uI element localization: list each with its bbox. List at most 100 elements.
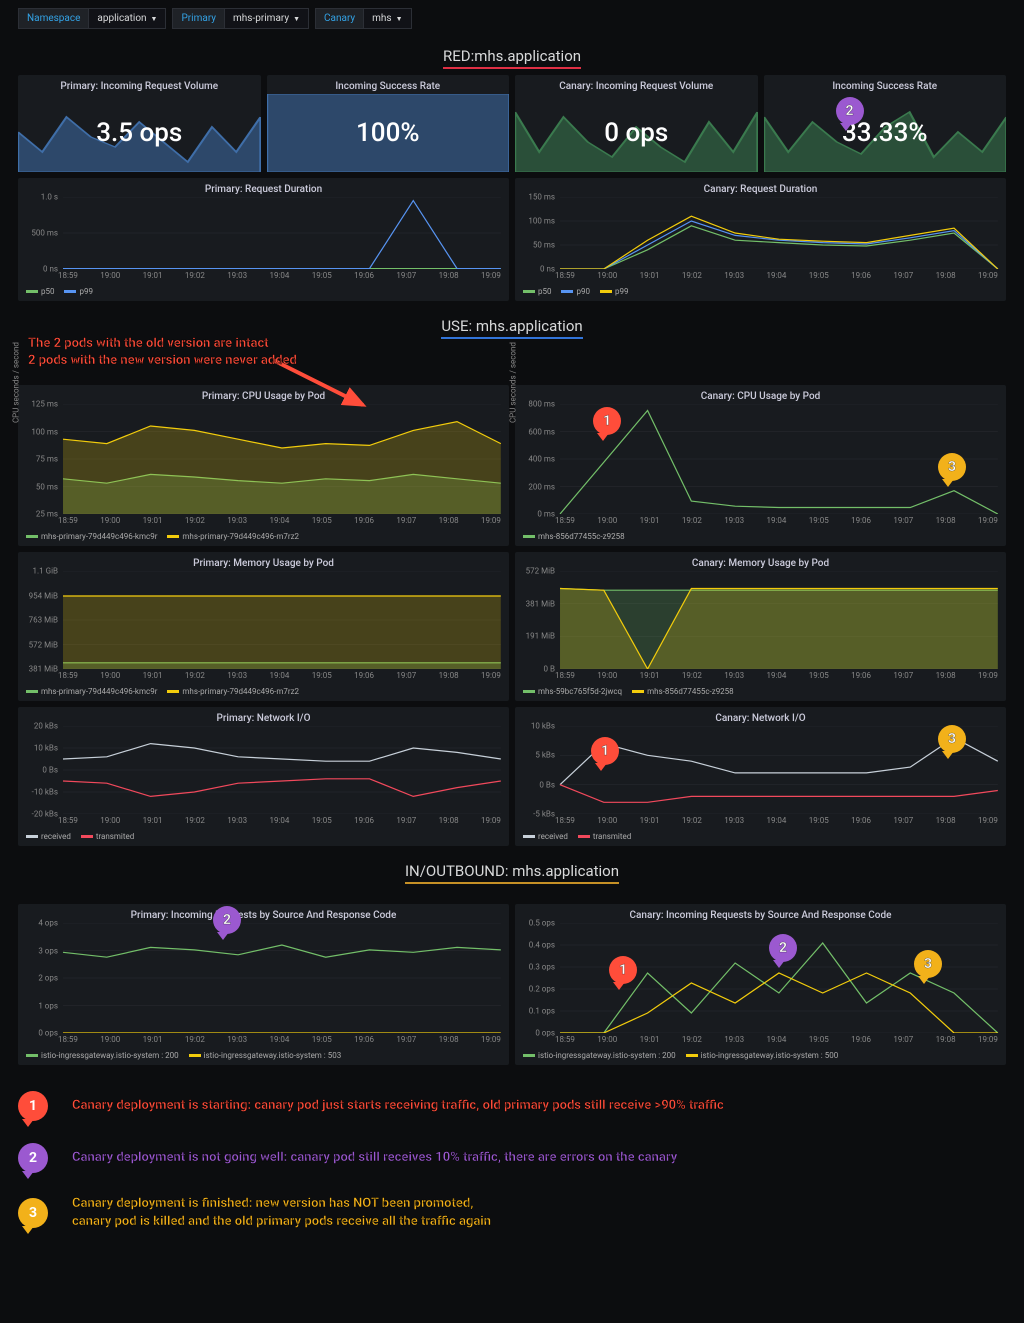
stat-panel-canary_vol[interactable]: Canary: Incoming Request Volume 0 ops xyxy=(515,75,758,172)
panel-primary-mem[interactable]: Primary: Memory Usage by Pod381 MiB572 M… xyxy=(18,552,509,701)
annotation-bubble-3: 3 xyxy=(18,1198,48,1228)
chevron-down-icon: ▼ xyxy=(396,15,403,23)
annotation-bubble-1: 1 xyxy=(609,956,637,984)
panel-canary-net[interactable]: Canary: Network I/O-5 kBs0 Bs5 kBs10 kBs… xyxy=(515,707,1006,846)
legend-item[interactable]: mhs-primary-79d449c496-m7rz2 xyxy=(167,532,299,541)
annotation-bubble-1: 1 xyxy=(591,737,619,765)
legend: p50 p90 p99 xyxy=(515,284,1006,301)
chart-area[interactable]: 0 ns50 ms100 ms150 ms xyxy=(515,197,1006,269)
x-axis: 18:5919:0019:0119:0219:0319:0419:0519:06… xyxy=(515,669,1006,684)
row-mem: Primary: Memory Usage by Pod381 MiB572 M… xyxy=(0,552,1024,707)
annotation-row-3: 3 Canary deployment is finished: new ver… xyxy=(18,1195,1006,1230)
stat-row: Primary: Incoming Request Volume 3.5 ops I… xyxy=(0,75,1024,178)
x-axis: 18:5919:0019:0119:0219:0319:0419:0519:06… xyxy=(515,269,1006,284)
filter-primary[interactable]: Primary mhs-primary▼ xyxy=(172,8,309,29)
chart-area[interactable]: 0 B191 MiB381 MiB572 MiB xyxy=(515,571,1006,669)
legend-item[interactable]: received xyxy=(523,832,568,841)
legend-item[interactable]: mhs-59bc765f5d-2jwcq xyxy=(523,687,622,696)
legend-item[interactable]: p50 xyxy=(26,287,54,296)
x-axis: 18:5919:0019:0119:0219:0319:0419:0519:06… xyxy=(18,269,509,284)
legend-item[interactable]: transmited xyxy=(578,832,631,841)
legend-item[interactable]: mhs-856d77455c-z9258 xyxy=(523,532,625,541)
panel-title: Primary: Memory Usage by Pod xyxy=(18,552,509,571)
panel-primary-in[interactable]: Primary: Incoming Requests by Source And… xyxy=(18,904,509,1065)
stat-panel-primary_vol[interactable]: Primary: Incoming Request Volume 3.5 ops xyxy=(18,75,261,172)
annotation-text: Canary deployment is starting: canary po… xyxy=(72,1097,724,1115)
legend-item[interactable]: istio-ingressgateway.istio-system : 200 xyxy=(26,1051,179,1060)
chart-area[interactable]: -5 kBs0 Bs5 kBs10 kBs xyxy=(515,726,1006,814)
legend-item[interactable]: p99 xyxy=(64,287,92,296)
panel-title: Primary: Incoming Requests by Source And… xyxy=(18,904,509,923)
filter-value[interactable]: mhs▼ xyxy=(363,8,411,29)
panel-canary-req-duration[interactable]: Canary: Request Duration0 ns50 ms100 ms1… xyxy=(515,178,1006,301)
section-title-red[interactable]: RED:mhs.application xyxy=(0,37,1024,75)
legend-item[interactable]: mhs-primary-79d449c496-m7rz2 xyxy=(167,687,299,696)
legend-item[interactable]: p99 xyxy=(600,287,628,296)
legend-item[interactable]: received xyxy=(26,832,71,841)
x-axis: 18:5919:0019:0119:0219:0319:0419:0519:06… xyxy=(515,514,1006,529)
x-axis: 18:5919:0019:0119:0219:0319:0419:0519:06… xyxy=(18,814,509,829)
legend: mhs-primary-79d449c496-kmc9r mhs-primary-… xyxy=(18,529,509,546)
sparkline: 3.5 ops xyxy=(18,94,261,172)
legend: istio-ingressgateway.istio-system : 200 i… xyxy=(18,1048,509,1065)
annotation-text: Canary deployment is finished: new versi… xyxy=(72,1195,491,1230)
panel-title: Incoming Success Rate xyxy=(764,75,1007,94)
chart-area[interactable]: 381 MiB572 MiB763 MiB954 MiB1.1 GiB xyxy=(18,571,509,669)
annotation-bubble-3: 3 xyxy=(938,453,966,481)
panel-primary-net[interactable]: Primary: Network I/O-20 kBs-10 kBs0 Bs10… xyxy=(18,707,509,846)
chart-area[interactable]: -20 kBs-10 kBs0 Bs10 kBs20 kBs xyxy=(18,726,509,814)
stat-value: 0 ops xyxy=(604,118,668,148)
filter-label: Namespace xyxy=(18,8,88,29)
panel-title: Primary: Request Duration xyxy=(18,178,509,197)
annotation-bubble-2: 2 xyxy=(836,97,864,125)
panel-primary-cpu[interactable]: Primary: CPU Usage by PodCPU seconds / s… xyxy=(18,385,509,546)
legend: received transmited xyxy=(18,829,509,846)
legend-item[interactable]: p90 xyxy=(561,287,589,296)
chevron-down-icon: ▼ xyxy=(151,15,158,23)
panel-canary-mem[interactable]: Canary: Memory Usage by Pod0 B191 MiB381… xyxy=(515,552,1006,701)
filter-value[interactable]: mhs-primary▼ xyxy=(224,8,309,29)
legend-item[interactable]: mhs-primary-79d449c496-kmc9r xyxy=(26,687,157,696)
footer-annotations: 1 Canary deployment is starting: canary … xyxy=(0,1071,1024,1282)
variable-filters: Namespace application▼ Primary mhs-prima… xyxy=(0,0,1024,37)
x-axis: 18:5919:0019:0119:0219:0319:0419:0519:06… xyxy=(515,1033,1006,1048)
row-req-duration: Primary: Request Duration0 ns500 ms1.0 s… xyxy=(0,178,1024,307)
panel-title: Canary: CPU Usage by Pod xyxy=(515,385,1006,404)
panel-title: Primary: CPU Usage by Pod xyxy=(18,385,509,404)
legend-item[interactable]: istio-ingressgateway.istio-system : 500 xyxy=(686,1051,839,1060)
annotation-top-text: The 2 pods with the old version are inta… xyxy=(28,336,297,370)
legend: mhs-primary-79d449c496-kmc9r mhs-primary-… xyxy=(18,684,509,701)
panel-canary-cpu[interactable]: Canary: CPU Usage by PodCPU seconds / se… xyxy=(515,385,1006,546)
panel-title: Canary: Network I/O xyxy=(515,707,1006,726)
legend-item[interactable]: mhs-primary-79d449c496-kmc9r xyxy=(26,532,157,541)
chart-area[interactable]: 0 ops1 ops2 ops3 ops4 ops xyxy=(18,923,509,1033)
chevron-down-icon: ▼ xyxy=(293,15,300,23)
legend: istio-ingressgateway.istio-system : 200 i… xyxy=(515,1048,1006,1065)
chart-area[interactable]: CPU seconds / second0 ms200 ms400 ms600 … xyxy=(515,404,1006,514)
legend-item[interactable]: transmited xyxy=(81,832,134,841)
filter-canary[interactable]: Canary mhs▼ xyxy=(315,8,412,29)
sparkline: 33.33% xyxy=(764,94,1007,172)
panel-title: Incoming Success Rate xyxy=(267,75,510,94)
stat-panel-canary_success[interactable]: Incoming Success Rate33.33%2 xyxy=(764,75,1007,172)
panel-title: Canary: Incoming Request Volume xyxy=(515,75,758,94)
legend-item[interactable]: istio-ingressgateway.istio-system : 200 xyxy=(523,1051,676,1060)
chart-area[interactable]: 0 ops0.1 ops0.2 ops0.3 ops0.4 ops0.5 ops xyxy=(515,923,1006,1033)
panel-primary-req-duration[interactable]: Primary: Request Duration0 ns500 ms1.0 s… xyxy=(18,178,509,301)
section-title-io[interactable]: IN/OUTBOUND: mhs.application xyxy=(0,852,1024,890)
panel-title: Primary: Network I/O xyxy=(18,707,509,726)
panel-canary-in[interactable]: Canary: Incoming Requests by Source And … xyxy=(515,904,1006,1065)
legend-item[interactable]: istio-ingressgateway.istio-system : 503 xyxy=(189,1051,342,1060)
chart-area[interactable]: 0 ns500 ms1.0 s xyxy=(18,197,509,269)
panel-title: Canary: Incoming Requests by Source And … xyxy=(515,904,1006,923)
legend-item[interactable]: mhs-856d77455c-z9258 xyxy=(632,687,734,696)
legend: received transmited xyxy=(515,829,1006,846)
panel-title: Primary: Incoming Request Volume xyxy=(18,75,261,94)
stat-panel-primary_success[interactable]: Incoming Success Rate100% xyxy=(267,75,510,172)
filter-namespace[interactable]: Namespace application▼ xyxy=(18,8,166,29)
legend-item[interactable]: p50 xyxy=(523,287,551,296)
row-net: Primary: Network I/O-20 kBs-10 kBs0 Bs10… xyxy=(0,707,1024,852)
filter-value[interactable]: application▼ xyxy=(88,8,166,29)
stat-value: 3.5 ops xyxy=(96,118,182,148)
chart-area[interactable]: CPU seconds / second25 ms50 ms75 ms100 m… xyxy=(18,404,509,514)
